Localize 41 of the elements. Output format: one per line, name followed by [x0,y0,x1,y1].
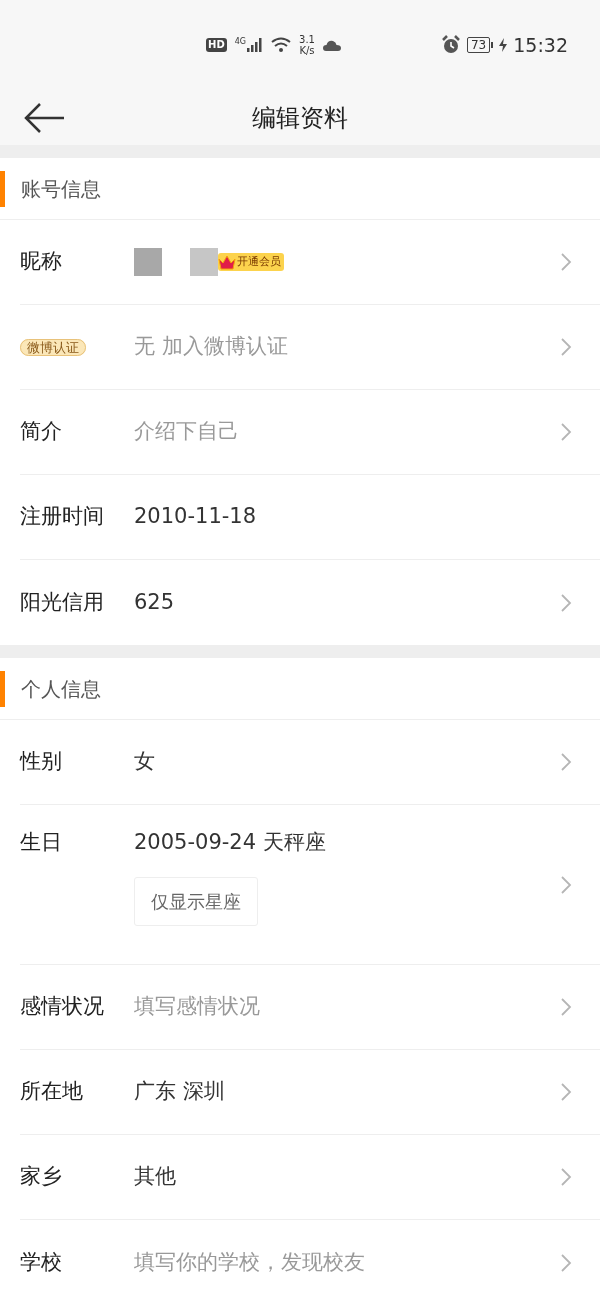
hd-indicator: HD [206,38,227,52]
show-zodiac-only-button[interactable]: 仅显示星座 [134,876,258,926]
redacted-block [134,248,162,276]
field-value: 广东 深圳 [134,1079,225,1104]
vip-badge[interactable]: 开通会员 [218,253,284,271]
field-label: 所在地 [20,1079,83,1104]
placeholder-text: 填写你的学校，发现校友 [134,1249,365,1274]
field-value: 2010-11-18 [134,504,257,529]
crown-icon [218,254,236,270]
field-value: 2005-09-24 天秤座 [134,829,326,856]
placeholder-text: 填写感情状况 [134,994,260,1019]
network-type: 4G [234,38,247,46]
field-label: 生日 [20,830,62,854]
charging-icon [499,38,508,52]
section-title: 个人信息 [21,675,101,703]
redacted-block [190,248,218,276]
field-label: 简介 [20,419,62,444]
field-label: 注册时间 [20,504,104,529]
field-label: 昵称 [20,249,62,274]
field-label: 学校 [20,1249,62,1274]
speed-unit: K/s [299,45,315,56]
field-label: 性别 [20,749,62,774]
field-value: 其他 [134,1164,176,1189]
field-value: 625 [134,589,175,614]
section-title: 账号信息 [21,175,101,203]
clock-time: 15:32 [513,32,568,58]
battery-level: 73 [466,37,491,53]
alarm-icon [440,35,461,55]
cloud-icon [322,39,341,51]
page-title: 编辑资料 [252,102,348,134]
signal-icon [247,38,264,52]
placeholder-text: 无 加入微博认证 [134,334,288,359]
field-label: 家乡 [20,1164,62,1189]
field-label: 感情状况 [20,994,104,1019]
back-arrow-icon[interactable] [24,102,66,133]
placeholder-text: 介绍下自己 [134,419,239,444]
wifi-icon [271,37,292,53]
field-value: 女 [134,749,155,774]
verification-badge: 微博认证 [20,339,86,356]
field-label: 阳光信用 [20,589,104,614]
speed-value: 3.1 [299,34,315,45]
